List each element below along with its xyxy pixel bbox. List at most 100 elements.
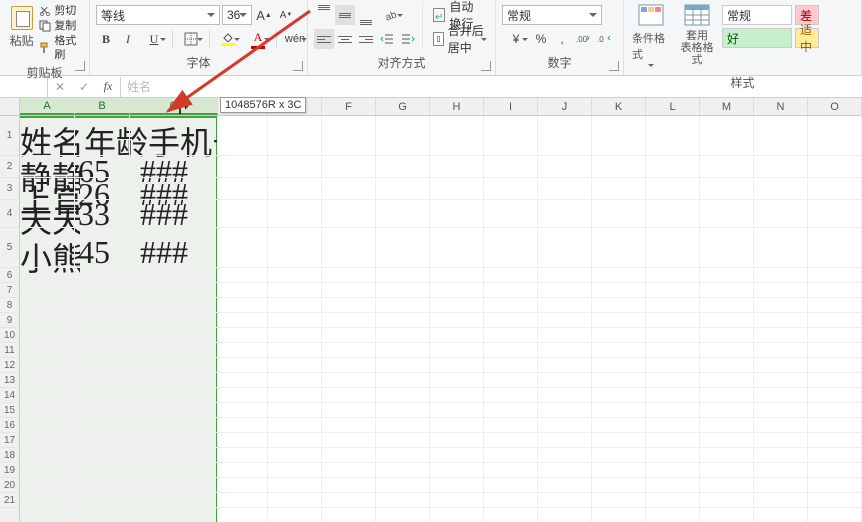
align-middle-icon bbox=[339, 13, 351, 18]
font-name-combo[interactable]: 等线 bbox=[96, 5, 220, 25]
comma-button[interactable]: , bbox=[552, 29, 572, 49]
col-header-n[interactable]: N bbox=[754, 98, 808, 115]
row-headers[interactable]: 123456789101112131415161718192021 bbox=[0, 116, 20, 522]
column-resize-cursor-icon bbox=[170, 98, 190, 116]
svg-text:.0: .0 bbox=[597, 35, 604, 44]
col-header-l[interactable]: L bbox=[646, 98, 700, 115]
decrease-decimal-button[interactable]: .0 bbox=[594, 29, 614, 49]
row-header-3[interactable]: 3 bbox=[0, 178, 19, 200]
percent-button[interactable]: % bbox=[531, 29, 551, 49]
align-center-button[interactable] bbox=[335, 29, 355, 49]
row-header-19[interactable]: 19 bbox=[0, 463, 19, 478]
align-middle-button[interactable] bbox=[335, 5, 355, 25]
row-header-13[interactable]: 13 bbox=[0, 373, 19, 388]
cells-area[interactable]: 姓名年龄手机号 静静 65 ### 上官 26 ### 天天 33 ### 小熊… bbox=[20, 116, 862, 522]
row-header-18[interactable]: 18 bbox=[0, 448, 19, 463]
format-as-table-button[interactable]: 套用 表格格式 bbox=[676, 2, 718, 68]
fill-color-button[interactable] bbox=[214, 29, 242, 49]
cell-style-normal[interactable]: 常规 bbox=[722, 5, 792, 25]
align-left-button[interactable] bbox=[314, 29, 334, 49]
row-header-15[interactable]: 15 bbox=[0, 403, 19, 418]
indent-decrease-button[interactable] bbox=[377, 29, 397, 49]
align-right-button[interactable] bbox=[356, 29, 376, 49]
phonetic-button[interactable]: wén bbox=[281, 29, 309, 49]
spreadsheet-grid[interactable]: ABCDEFGHIJKLMNO 123456789101112131415161… bbox=[0, 98, 862, 522]
paste-label: 粘贴 bbox=[10, 32, 34, 49]
svg-text:ab: ab bbox=[385, 9, 397, 21]
bold-button[interactable]: B bbox=[96, 29, 116, 49]
increase-font-button[interactable]: A▲ bbox=[254, 5, 274, 25]
clipboard-launcher[interactable] bbox=[75, 61, 85, 71]
indent-increase-button[interactable] bbox=[398, 29, 418, 49]
format-painter-button[interactable]: 格式刷 bbox=[39, 34, 83, 62]
svg-text:.00: .00 bbox=[576, 35, 588, 44]
col-header-a[interactable]: A bbox=[20, 98, 75, 115]
row-header-8[interactable]: 8 bbox=[0, 298, 19, 313]
row-header-11[interactable]: 11 bbox=[0, 343, 19, 358]
paste-button[interactable]: 粘贴 bbox=[6, 2, 37, 53]
row-header-6[interactable]: 6 bbox=[0, 268, 19, 283]
font-size-combo[interactable]: 36 bbox=[222, 5, 252, 25]
table-format-icon bbox=[684, 4, 710, 28]
row-header-7[interactable]: 7 bbox=[0, 283, 19, 298]
row-header-12[interactable]: 12 bbox=[0, 358, 19, 373]
align-launcher[interactable] bbox=[481, 61, 491, 71]
scissors-icon bbox=[39, 5, 51, 17]
number-launcher[interactable] bbox=[609, 61, 619, 71]
align-bottom-icon bbox=[360, 20, 372, 25]
col-header-o[interactable]: O bbox=[808, 98, 862, 115]
number-format-combo[interactable]: 常规 bbox=[502, 5, 602, 25]
align-bottom-button[interactable] bbox=[356, 5, 376, 25]
cell-c5[interactable]: ### bbox=[140, 234, 226, 271]
cell-style-neutral[interactable]: 适中 bbox=[795, 28, 819, 48]
row-header-2[interactable]: 2 bbox=[0, 156, 19, 178]
clipboard-group-label: 剪贴板 bbox=[6, 62, 83, 85]
orientation-icon: ab bbox=[385, 9, 397, 21]
merge-center-button[interactable]: 合并后居中 bbox=[429, 29, 489, 49]
select-all-corner[interactable] bbox=[0, 98, 20, 116]
col-header-i[interactable]: I bbox=[484, 98, 538, 115]
row-header-10[interactable]: 10 bbox=[0, 328, 19, 343]
row-header-5[interactable]: 5 bbox=[0, 228, 19, 268]
col-header-k[interactable]: K bbox=[592, 98, 646, 115]
font-launcher[interactable] bbox=[293, 61, 303, 71]
decrease-font-button[interactable]: A▼ bbox=[276, 5, 296, 25]
row-header-17[interactable]: 17 bbox=[0, 433, 19, 448]
bucket-icon bbox=[222, 32, 234, 42]
row-header-1[interactable]: 1 bbox=[0, 116, 19, 156]
underline-button[interactable]: U bbox=[140, 29, 168, 49]
wrap-icon bbox=[433, 8, 445, 22]
selection-size-tooltip: 1048576R x 3C bbox=[220, 97, 306, 113]
align-top-button[interactable] bbox=[314, 5, 334, 25]
insert-function-button[interactable]: fx bbox=[96, 77, 120, 97]
inc-decimal-icon: .00 bbox=[576, 33, 590, 45]
conditional-format-button[interactable]: 条件格式 bbox=[630, 2, 672, 72]
cell-a5[interactable]: 小熊 bbox=[20, 234, 80, 280]
row-header-14[interactable]: 14 bbox=[0, 388, 19, 403]
col-header-j[interactable]: J bbox=[538, 98, 592, 115]
col-header-f[interactable]: F bbox=[322, 98, 376, 115]
col-header-h[interactable]: H bbox=[430, 98, 484, 115]
col-header-g[interactable]: G bbox=[376, 98, 430, 115]
column-headers[interactable]: ABCDEFGHIJKLMNO bbox=[20, 98, 862, 116]
increase-decimal-button[interactable]: .00 bbox=[573, 29, 593, 49]
row-header-21[interactable]: 21 bbox=[0, 493, 19, 508]
font-color-button[interactable]: A bbox=[244, 29, 272, 49]
accounting-format-button[interactable]: ¥ bbox=[502, 29, 530, 49]
row-header-9[interactable]: 9 bbox=[0, 313, 19, 328]
indent-inc-icon bbox=[401, 33, 415, 45]
col-header-m[interactable]: M bbox=[700, 98, 754, 115]
row-header-16[interactable]: 16 bbox=[0, 418, 19, 433]
copy-button[interactable]: 复制 bbox=[39, 19, 83, 33]
row-header-4[interactable]: 4 bbox=[0, 200, 19, 228]
orientation-button[interactable]: ab bbox=[377, 5, 405, 25]
cell-style-good[interactable]: 好 bbox=[722, 28, 792, 48]
cell-b5[interactable]: 45 bbox=[78, 234, 132, 271]
cut-button[interactable]: 剪切 bbox=[39, 4, 83, 18]
styles-group-label: 样式 bbox=[630, 72, 855, 95]
paste-icon bbox=[11, 6, 33, 30]
col-header-b[interactable]: B bbox=[75, 98, 130, 115]
row-header-20[interactable]: 20 bbox=[0, 478, 19, 493]
border-button[interactable] bbox=[177, 29, 205, 49]
italic-button[interactable]: I bbox=[118, 29, 138, 49]
